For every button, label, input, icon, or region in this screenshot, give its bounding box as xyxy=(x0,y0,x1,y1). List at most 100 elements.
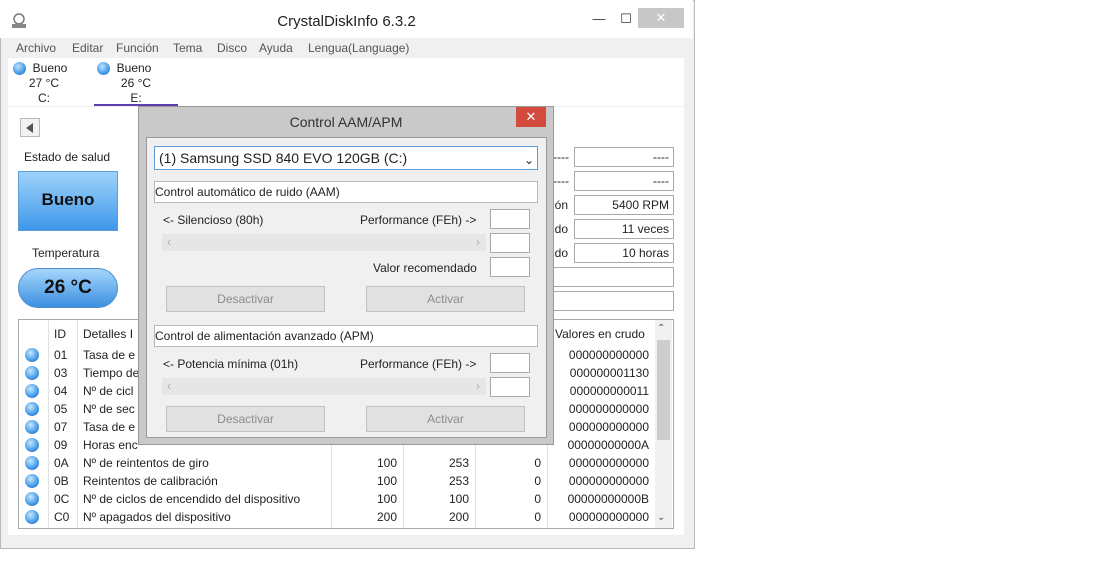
table-row[interactable]: C0 Nº apagados del dispositivo 200 200 0 0000… xyxy=(19,508,656,526)
aam-current-value-field xyxy=(490,209,530,229)
apm-current-value-field xyxy=(490,353,530,373)
status-dot-icon xyxy=(25,366,39,380)
status-dot-icon xyxy=(25,420,39,434)
scroll-down-icon[interactable]: ⌄ xyxy=(657,512,665,523)
apm-target-value-field xyxy=(490,377,530,397)
cell-current: 200 xyxy=(376,510,397,524)
drive-bar: Bueno 27 °C C: Bueno 26 °C E: xyxy=(8,58,684,106)
status-dot-icon xyxy=(25,348,39,362)
cell-details: Nº apagados del dispositivo xyxy=(83,510,231,524)
status-dot-icon xyxy=(25,474,39,488)
menu-tema[interactable]: Tema xyxy=(173,41,202,55)
drive-select-value: (1) Samsung SSD 840 EVO 120GB (C:) xyxy=(159,150,408,166)
aam-disable-button[interactable]: Desactivar xyxy=(166,286,325,312)
apm-disable-button[interactable]: Desactivar xyxy=(166,406,325,432)
table-row[interactable]: 0B Reintentos de calibración 100 253 0 000000… xyxy=(19,472,656,490)
cell-details: Nº de reintentos de giro xyxy=(83,456,209,470)
table-row[interactable]: 0A Nº de reintentos de giro 100 253 0 0000000… xyxy=(19,454,656,472)
slider-right-icon[interactable]: › xyxy=(476,378,480,394)
drive-letter: E: xyxy=(130,91,142,105)
drive-status: Bueno xyxy=(32,61,68,75)
cell-id: 03 xyxy=(54,366,68,380)
cell-current: 100 xyxy=(376,474,397,488)
cell-worst: 100 xyxy=(448,492,469,506)
power-hours-label: ido xyxy=(552,246,569,260)
cell-threshold: 0 xyxy=(534,492,541,506)
apm-right-label: Performance (FEh) -> xyxy=(360,357,477,371)
aam-slider[interactable]: ‹ › xyxy=(162,234,486,251)
arrow-left-icon xyxy=(26,123,33,133)
status-dot-icon xyxy=(25,402,39,416)
close-icon[interactable]: ✕ xyxy=(638,8,684,28)
health-status-badge[interactable]: Bueno xyxy=(18,171,118,231)
apm-enable-button[interactable]: Activar xyxy=(366,406,525,432)
cell-details: Nº de cicl xyxy=(83,384,134,398)
menu-language[interactable]: Lengua(Language) xyxy=(308,41,409,55)
field-prefix: ---- xyxy=(553,150,569,164)
rotation-label: ión xyxy=(552,198,569,212)
cell-raw: 00000000000A xyxy=(567,438,649,452)
drive-temp: 26 °C xyxy=(120,76,152,90)
dialog-close-icon[interactable]: ✕ xyxy=(516,107,546,127)
drive-status: Bueno xyxy=(116,61,152,75)
drive-letter: C: xyxy=(38,91,50,105)
info-field-extra xyxy=(552,291,674,311)
field-prefix: ---- xyxy=(553,174,569,188)
scroll-up-icon[interactable]: ⌃ xyxy=(657,323,665,334)
minimize-icon[interactable]: — xyxy=(584,8,614,30)
info-field-2: ---- xyxy=(574,171,674,191)
info-field-features xyxy=(552,267,674,287)
aam-recommended-field xyxy=(490,257,530,277)
cell-raw: 000000000000 xyxy=(568,348,649,362)
dialog-title: Control AAM/APM xyxy=(289,114,403,130)
chevron-down-icon: ⌄ xyxy=(523,153,534,167)
status-dot-icon xyxy=(25,438,39,452)
cell-id: 05 xyxy=(54,402,68,416)
apm-group-label: Control de alimentación avanzado (APM) xyxy=(154,325,538,347)
cell-raw: 000000000000 xyxy=(568,510,649,524)
drive-temp: 27 °C xyxy=(28,76,60,90)
cell-id: C0 xyxy=(54,510,70,524)
cell-worst: 253 xyxy=(448,456,469,470)
cell-details: Horas enc xyxy=(83,438,138,452)
temperature-badge: 26 °C xyxy=(18,268,118,308)
cell-raw: 000000000000 xyxy=(568,402,649,416)
drive-tab-c[interactable]: Bueno 27 °C C: xyxy=(10,60,80,105)
slider-left-icon[interactable]: ‹ xyxy=(167,378,171,394)
menu-bar: Archivo Editar Función Tema Disco Ayuda … xyxy=(8,40,684,58)
cell-raw: 000000001130 xyxy=(569,366,649,380)
menu-archivo[interactable]: Archivo xyxy=(16,41,56,55)
cell-id: 07 xyxy=(54,420,68,434)
menu-editar[interactable]: Editar xyxy=(72,41,103,55)
scrollbar-thumb[interactable] xyxy=(657,340,670,440)
header-raw[interactable]: Valores en crudo xyxy=(555,327,645,341)
header-details[interactable]: Detalles I xyxy=(83,327,133,341)
cell-raw: 000000000011 xyxy=(569,384,649,398)
power-hours-field: 10 horas xyxy=(574,243,674,263)
table-row[interactable]: 0C Nº de ciclos de encendido del disposit… xyxy=(19,490,656,508)
apm-slider[interactable]: ‹ › xyxy=(162,378,486,395)
info-field-1: ---- xyxy=(574,147,674,167)
status-dot-icon xyxy=(25,492,39,506)
menu-ayuda[interactable]: Ayuda xyxy=(259,41,293,55)
cell-worst: 200 xyxy=(448,510,469,524)
menu-funcion[interactable]: Función xyxy=(116,41,159,55)
status-dot-icon xyxy=(97,62,110,75)
status-dot-icon xyxy=(25,510,39,524)
cell-id: 01 xyxy=(54,348,68,362)
maximize-icon[interactable]: ☐ xyxy=(611,8,641,30)
cell-raw: 000000000000 xyxy=(568,474,649,488)
cell-id: 0B xyxy=(54,474,69,488)
menu-disco[interactable]: Disco xyxy=(217,41,247,55)
slider-left-icon[interactable]: ‹ xyxy=(167,234,171,250)
header-id[interactable]: ID xyxy=(54,327,66,341)
slider-right-icon[interactable]: › xyxy=(476,234,480,250)
cell-details: Tasa de e xyxy=(83,348,136,362)
cell-worst: 253 xyxy=(448,474,469,488)
aam-enable-button[interactable]: Activar xyxy=(366,286,525,312)
cell-threshold: 0 xyxy=(534,510,541,524)
drive-select[interactable]: (1) Samsung SSD 840 EVO 120GB (C:) ⌄ xyxy=(154,146,538,170)
previous-drive-button[interactable] xyxy=(20,118,40,137)
cell-details: Reintentos de calibración xyxy=(83,474,218,488)
drive-tab-e[interactable]: Bueno 26 °C E: xyxy=(94,60,164,105)
